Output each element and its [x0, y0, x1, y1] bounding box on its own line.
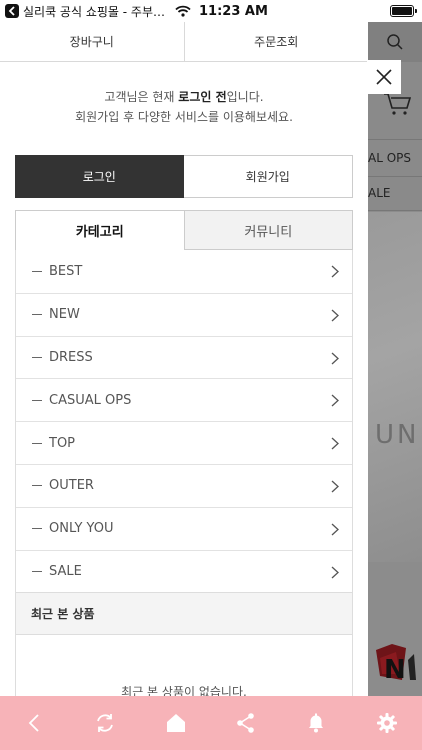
refresh-button[interactable] [85, 703, 125, 743]
side-drawer: 장바구니 주문조회 고객님은 현재 로그인 전입니다. 회원가입 후 다양한 서… [0, 22, 368, 696]
category-label: OUTER [49, 478, 94, 494]
bg-nav-label: AL OPS [368, 151, 412, 165]
category-item-top[interactable]: TOP [16, 421, 352, 464]
back-to-app-icon[interactable] [5, 4, 19, 18]
bg-header [368, 22, 422, 62]
svg-text:N: N [384, 655, 406, 684]
dash-icon [32, 528, 42, 530]
chevron-right-icon [331, 394, 339, 407]
welcome-line-1: 고객님은 현재 로그인 전입니다. [0, 87, 368, 107]
login-button[interactable]: 로그인 [15, 155, 184, 198]
chevron-right-icon [331, 309, 339, 322]
settings-button[interactable] [367, 703, 407, 743]
home-button[interactable] [156, 703, 196, 743]
dash-icon [32, 442, 42, 444]
order-lookup-link[interactable]: 주문조회 [183, 22, 369, 61]
bell-icon [309, 713, 324, 733]
category-label: ONLY YOU [49, 521, 114, 537]
auth-buttons: 로그인 회원가입 [15, 155, 353, 198]
close-icon [376, 69, 392, 85]
category-item-best[interactable]: BEST [16, 250, 352, 293]
chevron-right-icon [331, 265, 339, 278]
share-button[interactable] [226, 703, 266, 743]
home-icon [166, 714, 185, 732]
recent-products-empty: 최근 본 상품이 없습니다. [15, 635, 353, 696]
status-bar: 실리쿡 공식 쇼핑몰 - 주부… 11:23 AM [0, 0, 422, 22]
category-label: BEST [49, 263, 83, 279]
chevron-left-icon [8, 6, 15, 16]
bg-nav-item: AL OPS [368, 139, 422, 177]
category-list: BEST NEW DRESS CASUAL OPS TOP OUTER ONLY… [15, 250, 353, 594]
recent-products: 최근 본 상품 최근 본 상품이 없습니다. [15, 593, 353, 696]
chevron-right-icon [331, 566, 339, 579]
bg-nav-label: ALE [368, 186, 391, 200]
previous-app-name[interactable]: 실리쿡 공식 쇼핑몰 - 주부… [23, 3, 165, 20]
bg-banner-photo [368, 212, 422, 562]
category-item-sale[interactable]: SALE [16, 549, 352, 593]
wifi-icon [175, 5, 191, 17]
dash-icon [32, 314, 42, 316]
brand-logo-icon: N [376, 644, 416, 684]
recent-products-title: 최근 본 상품 [15, 593, 353, 636]
bg-nav-item: ALE [368, 177, 422, 211]
back-button[interactable] [15, 703, 55, 743]
tab-community[interactable]: 커뮤니티 [183, 211, 352, 250]
chevron-right-icon [331, 437, 339, 450]
back-icon [28, 714, 39, 732]
dash-icon [32, 399, 42, 401]
cart-link[interactable]: 장바구니 [0, 22, 184, 61]
search-icon[interactable] [386, 33, 404, 51]
dash-icon [32, 270, 42, 272]
drawer-tabs: 카테고리 커뮤니티 [15, 210, 353, 250]
dash-icon [32, 356, 42, 358]
clock: 11:23 AM [199, 3, 268, 19]
chevron-right-icon [331, 523, 339, 536]
category-item-outer[interactable]: OUTER [16, 463, 352, 507]
welcome-text: 고객님은 현재 [104, 90, 179, 104]
bottom-toolbar [0, 696, 422, 750]
refresh-icon [97, 714, 114, 732]
dash-icon [32, 570, 42, 572]
category-label: TOP [49, 435, 76, 451]
category-item-new[interactable]: NEW [16, 292, 352, 336]
join-button[interactable]: 회원가입 [183, 155, 353, 198]
battery-icon [390, 5, 417, 17]
category-label: CASUAL OPS [49, 392, 132, 408]
category-label: NEW [49, 307, 80, 323]
bg-banner-text: UN [375, 420, 420, 450]
chevron-right-icon [331, 480, 339, 493]
login-status-text: 로그인 전 [178, 90, 227, 104]
category-item-dress[interactable]: DRESS [16, 335, 352, 379]
category-item-only-you[interactable]: ONLY YOU [16, 506, 352, 550]
category-item-casual-ops[interactable]: CASUAL OPS [16, 378, 352, 421]
dash-icon [32, 485, 42, 487]
share-icon [237, 713, 254, 733]
close-drawer-button[interactable] [367, 60, 401, 94]
welcome-text: 입니다. [226, 90, 264, 104]
welcome-message: 고객님은 현재 로그인 전입니다. 회원가입 후 다양한 서비스를 이용해보세요… [0, 62, 368, 127]
welcome-line-2: 회원가입 후 다양한 서비스를 이용해보세요. [75, 110, 293, 124]
chevron-right-icon [331, 352, 339, 365]
notification-button[interactable] [296, 703, 336, 743]
tab-category[interactable]: 카테고리 [16, 211, 184, 250]
category-label: SALE [49, 563, 82, 579]
cart-icon[interactable] [383, 92, 411, 116]
drawer-top-links: 장바구니 주문조회 [0, 22, 368, 62]
gear-icon [376, 713, 397, 733]
category-label: DRESS [49, 349, 93, 365]
